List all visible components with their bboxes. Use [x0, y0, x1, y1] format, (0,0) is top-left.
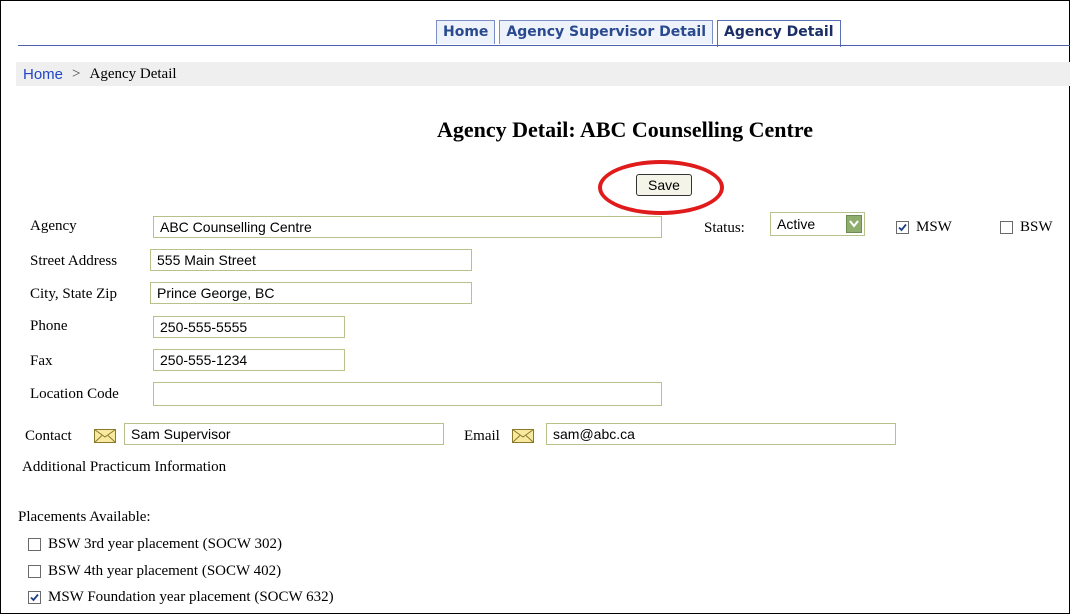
placement-checkbox[interactable]: [28, 538, 41, 551]
phone-label: Phone: [30, 318, 68, 334]
street-label: Street Address: [30, 253, 118, 269]
status-select[interactable]: Active: [770, 212, 865, 236]
tab-agency-detail[interactable]: Agency Detail: [717, 20, 841, 47]
location-code-input[interactable]: [160, 383, 655, 405]
placement-label: BSW 4th year placement (SOCW 402): [48, 563, 282, 579]
contact-label: Contact: [25, 428, 72, 444]
envelope-icon[interactable]: [94, 429, 116, 448]
contact-field[interactable]: [124, 423, 444, 445]
breadcrumb-home-link[interactable]: Home: [23, 66, 63, 83]
email-input[interactable]: [553, 424, 889, 444]
breadcrumb: Home > Agency Detail: [16, 62, 1070, 86]
tab-bar: Home Agency Supervisor Detail Agency Det…: [436, 20, 841, 47]
phone-field[interactable]: [153, 316, 345, 338]
msw-label: MSW: [916, 219, 952, 235]
breadcrumb-current: Agency Detail: [89, 65, 177, 82]
placement-item[interactable]: BSW 4th year placement (SOCW 402): [28, 563, 281, 580]
email-label: Email: [464, 428, 500, 444]
tab-agency-supervisor-detail[interactable]: Agency Supervisor Detail: [499, 20, 714, 44]
additional-info-label: Additional Practicum Information: [22, 459, 227, 475]
agency-label: Agency: [30, 218, 77, 234]
placement-item[interactable]: BSW 3rd year placement (SOCW 302): [28, 536, 282, 553]
envelope-icon[interactable]: [512, 429, 534, 448]
window-frame: [0, 0, 1070, 614]
phone-input[interactable]: [160, 317, 338, 337]
fax-label: Fax: [30, 353, 53, 369]
chevron-down-icon[interactable]: [846, 215, 862, 233]
email-field[interactable]: [546, 423, 896, 445]
city-input[interactable]: [157, 283, 465, 303]
placement-checkbox[interactable]: [28, 565, 41, 578]
placement-label: BSW 3rd year placement (SOCW 302): [48, 536, 282, 552]
tab-divider: [18, 45, 1070, 46]
bsw-checkbox-row[interactable]: BSW: [1000, 219, 1053, 236]
msw-checkbox-row[interactable]: MSW: [896, 219, 952, 236]
save-button[interactable]: Save: [636, 174, 692, 196]
placement-item[interactable]: MSW Foundation year placement (SOCW 632): [28, 589, 334, 606]
page-title: Agency Detail: ABC Counselling Centre: [436, 117, 814, 142]
status-select-value: Active: [777, 216, 816, 232]
agency-field[interactable]: [153, 216, 662, 238]
placement-label: MSW Foundation year placement (SOCW 632): [48, 589, 334, 605]
placement-checkbox[interactable]: [28, 591, 41, 604]
breadcrumb-separator: >: [72, 65, 81, 82]
street-field[interactable]: [150, 249, 472, 271]
placements-heading: Placements Available:: [18, 509, 151, 525]
tab-home[interactable]: Home: [436, 20, 496, 44]
fax-input[interactable]: [160, 350, 338, 370]
city-field[interactable]: [150, 282, 472, 304]
msw-checkbox[interactable]: [896, 221, 909, 234]
bsw-checkbox[interactable]: [1000, 221, 1013, 234]
location-code-field[interactable]: [153, 382, 662, 406]
agency-input[interactable]: [160, 217, 655, 237]
bsw-label: BSW: [1020, 219, 1053, 235]
city-label: City, State Zip: [30, 286, 117, 302]
fax-field[interactable]: [153, 349, 345, 371]
street-input[interactable]: [157, 250, 465, 270]
location-code-label: Location Code: [30, 386, 119, 402]
contact-input[interactable]: [131, 424, 437, 444]
status-label: Status:: [704, 220, 745, 236]
